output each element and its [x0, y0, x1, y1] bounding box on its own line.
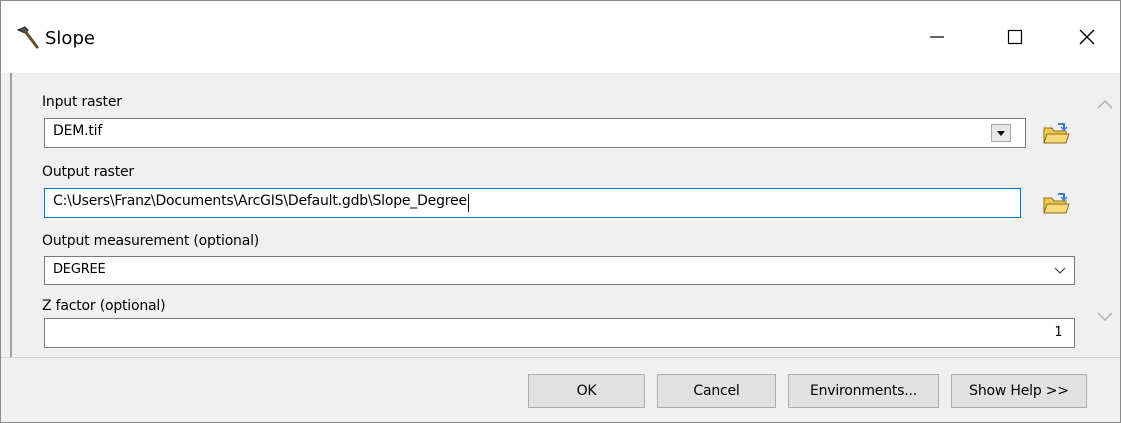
close-icon: [1079, 29, 1095, 45]
open-folder-icon: [1043, 123, 1070, 144]
input-raster-browse-button[interactable]: [1040, 118, 1072, 150]
close-button[interactable]: [1061, 1, 1113, 73]
output-raster-browse-button[interactable]: [1040, 188, 1072, 220]
output-raster-label: Output raster: [42, 164, 134, 180]
output-measurement-value: DEGREE: [53, 262, 106, 277]
input-raster-combobox[interactable]: DEM.tif: [44, 118, 1026, 148]
ok-button[interactable]: OK: [528, 374, 645, 408]
output-raster-input[interactable]: C:\Users\Franz\Documents\ArcGIS\Default.…: [44, 188, 1021, 218]
input-raster-label: Input raster: [42, 94, 122, 110]
input-raster-value: DEM.tif: [53, 123, 103, 139]
minimize-icon: [930, 36, 944, 38]
scroll-up-icon[interactable]: [1095, 94, 1115, 114]
minimize-button[interactable]: [911, 1, 963, 73]
cancel-button[interactable]: Cancel: [657, 374, 776, 408]
maximize-button[interactable]: [989, 1, 1041, 73]
scroll-down-icon[interactable]: [1095, 307, 1115, 327]
z-factor-value: 1: [1054, 325, 1062, 340]
environments-button[interactable]: Environments...: [788, 374, 939, 408]
slope-dialog: Slope Input raster DEM.tif Output raster…: [0, 0, 1121, 423]
z-factor-input[interactable]: 1: [44, 318, 1075, 348]
output-raster-value: C:\Users\Franz\Documents\ArcGIS\Default.…: [53, 193, 467, 209]
text-caret: [468, 194, 469, 212]
input-raster-dropdown-button[interactable]: [991, 124, 1011, 142]
dropdown-arrow-icon: [997, 131, 1005, 136]
button-bar-divider: [1, 357, 1120, 358]
content-border: [10, 73, 12, 357]
z-factor-label: Z factor (optional): [42, 298, 166, 314]
maximize-icon: [1007, 29, 1023, 45]
chevron-down-icon: [1054, 267, 1066, 274]
open-folder-icon: [1043, 193, 1070, 214]
show-help-button[interactable]: Show Help >>: [951, 374, 1087, 408]
hammer-icon: [16, 26, 39, 49]
output-measurement-select[interactable]: DEGREE: [44, 256, 1075, 285]
title-bar: Slope: [1, 1, 1120, 73]
output-measurement-label: Output measurement (optional): [42, 233, 260, 249]
window-title: Slope: [45, 28, 95, 49]
